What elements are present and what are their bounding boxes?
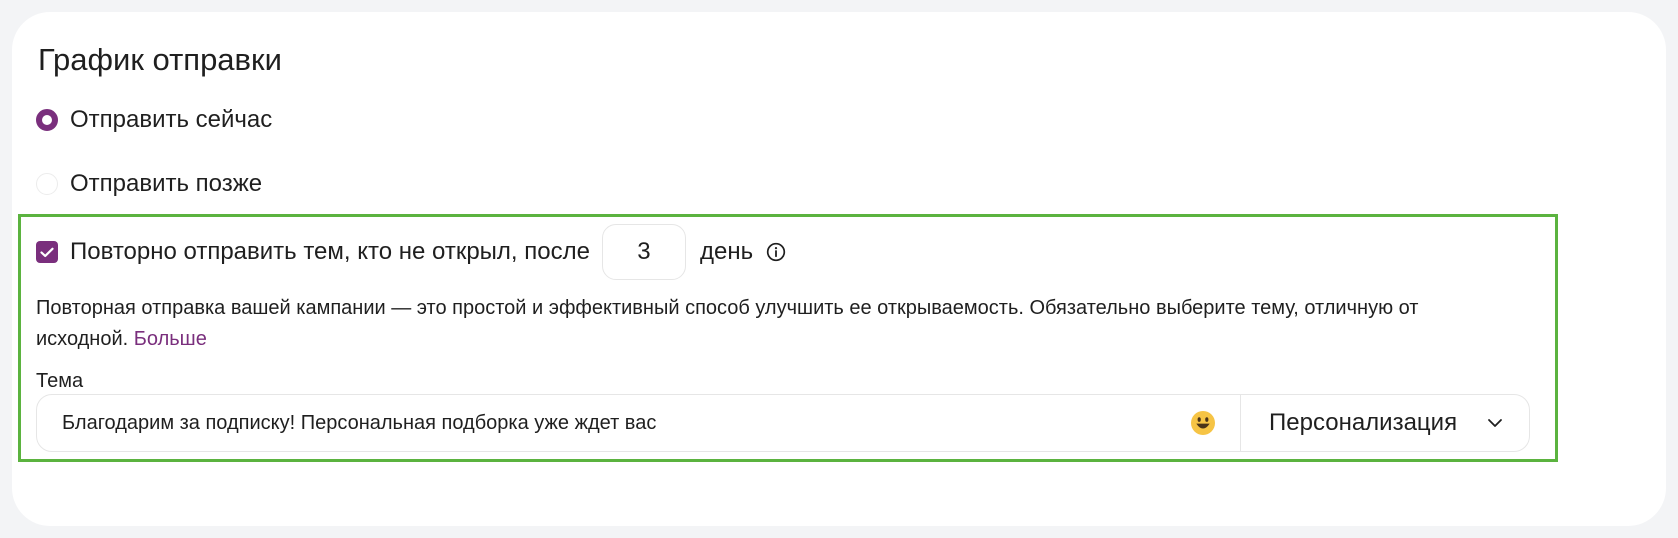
- subject-input[interactable]: [37, 395, 1190, 451]
- personalization-label: Персонализация: [1269, 409, 1458, 436]
- resend-description: Повторная отправка вашей кампании — это …: [36, 293, 1516, 355]
- send-now-radio[interactable]: [36, 109, 58, 131]
- schedule-title: График отправки: [38, 42, 282, 77]
- info-circle-icon[interactable]: [765, 241, 787, 263]
- checkmark-icon: [40, 247, 54, 257]
- resend-checkbox[interactable]: [36, 241, 58, 263]
- send-now-option[interactable]: Отправить сейчас: [36, 106, 272, 134]
- schedule-card: График отправки Отправить сейчас Отправи…: [12, 12, 1666, 526]
- resend-label: Повторно отправить тем, кто не открыл, п…: [70, 238, 590, 265]
- resend-section: Повторно отправить тем, кто не открыл, п…: [18, 214, 1558, 462]
- send-later-label: Отправить позже: [70, 170, 263, 197]
- send-later-radio[interactable]: [36, 173, 58, 195]
- subject-label: Тема: [36, 370, 84, 392]
- subject-field: Персонализация: [36, 394, 1530, 452]
- resend-days-input[interactable]: [601, 224, 686, 280]
- resend-row: Повторно отправить тем, кто не открыл, п…: [36, 224, 787, 280]
- chevron-down-icon: [1488, 419, 1502, 427]
- resend-days-unit: день: [699, 238, 754, 265]
- personalization-dropdown[interactable]: Персонализация: [1241, 395, 1529, 451]
- resend-description-text: Повторная отправка вашей кампании — это …: [36, 297, 1419, 350]
- send-now-label: Отправить сейчас: [70, 106, 273, 133]
- send-later-option[interactable]: Отправить позже: [36, 170, 262, 198]
- more-link[interactable]: Больше: [134, 328, 207, 350]
- emoji-smile-icon[interactable]: [1190, 410, 1216, 436]
